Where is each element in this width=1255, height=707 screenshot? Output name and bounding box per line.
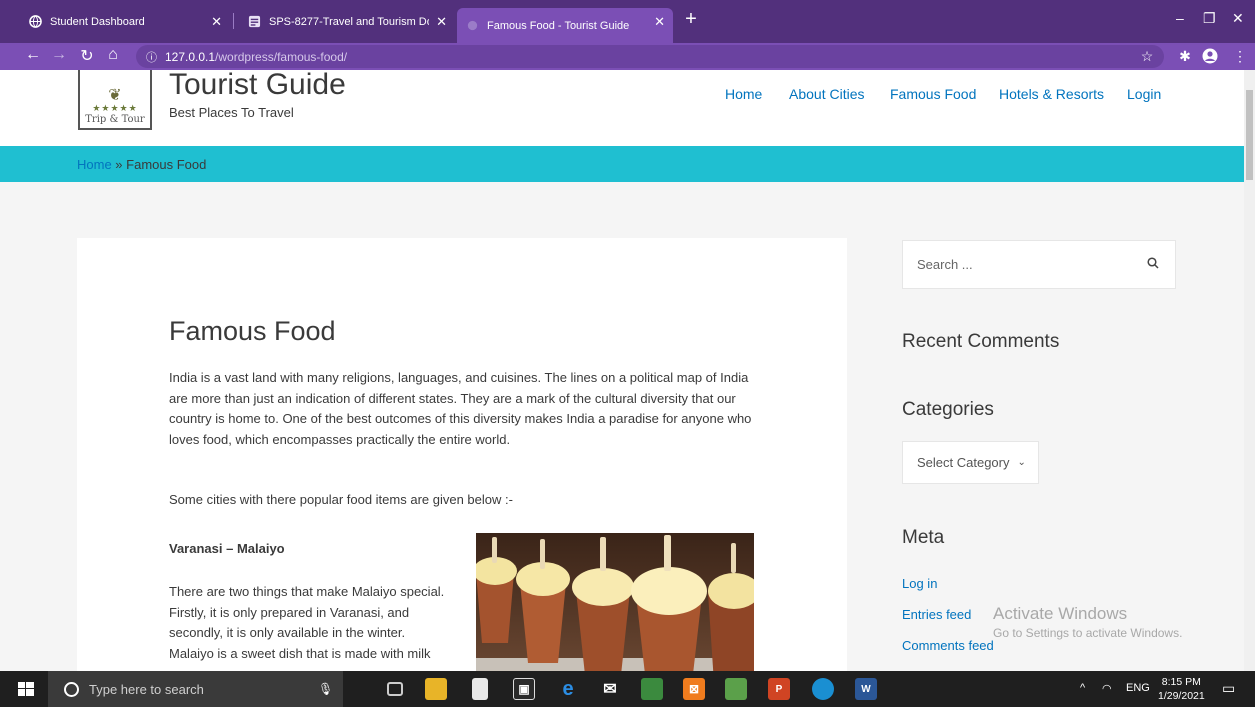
meta-link-login[interactable]: Log in [902,576,937,591]
word-icon[interactable]: W [855,678,877,700]
info-icon[interactable]: ⓘ [146,49,157,65]
url-path: /wordpress/famous-food/ [215,49,348,64]
home-icon[interactable]: ⌂ [102,46,124,64]
tab-student-dashboard[interactable]: Student Dashboard ✕ [20,8,230,35]
activate-windows-subtext: Go to Settings to activate Windows. [993,626,1183,640]
tab-title: Famous Food - Tourist Guide [487,19,630,32]
xampp-icon[interactable]: ⊠ [683,678,705,700]
edge-icon[interactable]: e [557,678,579,700]
page-title: Famous Food [169,316,336,346]
minimize-icon[interactable]: – [1176,10,1184,26]
nav-hotels-resorts[interactable]: Hotels & Resorts [999,86,1104,102]
web-page: ❦ ★★★★★ Trip & Tour Tourist Guide Best P… [0,70,1244,671]
site-header: ❦ ★★★★★ Trip & Tour Tourist Guide Best P… [0,70,1244,146]
profile-avatar-icon[interactable] [1201,48,1219,67]
windows-start-icon[interactable] [18,682,34,696]
tab-sps-travel[interactable]: SPS-8277-Travel and Tourism Do ✕ [239,8,455,35]
network-icon[interactable]: ◠ [1102,682,1112,695]
category-select-value: Select Category [917,455,1010,470]
microphone-icon[interactable]: 🎙 [318,682,333,696]
restore-icon[interactable]: ❐ [1203,10,1216,27]
file-explorer-icon[interactable] [425,678,447,700]
browser-toolbar: ← → ↻ ⌂ ⓘ 127.0.0.1/wordpress/famous-foo… [0,43,1255,70]
meta-title: Meta [902,527,945,548]
search-icon[interactable] [1147,257,1159,272]
task-view-icon[interactable] [387,682,403,696]
android-studio-icon[interactable] [641,678,663,700]
store-icon[interactable]: ▣ [513,678,535,700]
site-tagline: Best Places To Travel [169,105,294,120]
taskbar-clock[interactable]: 8:15 PM 1/29/2021 [1158,675,1205,703]
mail-icon[interactable]: ✉ [599,678,621,700]
cortana-ring-icon [64,681,79,697]
nav-login[interactable]: Login [1127,86,1161,102]
site-title[interactable]: Tourist Guide [169,70,346,102]
meta-link-comments-feed[interactable]: Comments feed [902,638,994,653]
tab-title: SPS-8277-Travel and Tourism Do [269,15,429,28]
meta-link-entries-feed[interactable]: Entries feed [902,607,971,622]
close-window-icon[interactable]: ✕ [1232,10,1244,27]
clock-time: 8:15 PM [1161,676,1201,688]
close-tab-icon[interactable]: ✕ [654,14,665,30]
site-logo[interactable]: ❦ ★★★★★ Trip & Tour [78,70,152,130]
language-indicator[interactable]: ENG [1126,682,1150,694]
page-scrollbar[interactable] [1244,70,1255,671]
tab-title: Student Dashboard [50,15,145,28]
breadcrumb-home-link[interactable]: Home [77,157,112,172]
close-tab-icon[interactable]: ✕ [211,14,222,30]
taskbar-search-placeholder: Type here to search [89,681,204,697]
activate-windows-watermark: Activate Windows [993,604,1128,623]
chevron-down-icon: ⌄ [1017,457,1026,468]
new-tab-button[interactable]: + [680,8,702,31]
intro-paragraph: India is a vast land with many religions… [169,370,752,447]
globe-icon [28,15,42,29]
nav-about-cities[interactable]: About Cities [789,86,864,102]
tab-separator [233,13,234,29]
section-heading: Varanasi – Malaiyo [169,541,285,556]
breadcrumb-separator: » [111,156,127,172]
logo-stars: ★★★★★ [92,103,138,113]
menu-kebab-icon[interactable]: ⋮ [1231,48,1249,65]
nav-famous-food[interactable]: Famous Food [890,86,976,102]
image-viewer-icon[interactable] [725,678,747,700]
section-paragraph: There are two things that make Malaiyo s… [169,584,445,661]
taskbar-search-input[interactable]: Type here to search [48,671,343,707]
article-card: Famous Food India is a vast land with ma… [77,238,847,671]
bookmark-star-icon[interactable]: ☆ [1138,48,1156,65]
lead-paragraph: Some cities with there popular food item… [169,492,513,507]
logo-text: Trip & Tour [85,114,145,125]
reload-icon[interactable]: ↻ [76,46,98,66]
tab-famous-food[interactable]: Famous Food - Tourist Guide ✕ [457,8,673,43]
sidebar-search-input[interactable]: Search ... [902,240,1176,289]
breadcrumb-current: Famous Food [126,156,207,172]
powerpoint-icon[interactable]: P [768,678,790,700]
categories-title: Categories [902,399,994,420]
close-tab-icon[interactable]: ✕ [436,14,447,30]
address-bar[interactable]: ⓘ 127.0.0.1/wordpress/famous-food/ [136,45,1164,68]
scrollbar-thumb[interactable] [1246,90,1253,180]
forward-arrow-icon[interactable]: → [48,46,70,64]
leaf-logo-icon: ❦ [108,87,122,104]
chrome-icon[interactable] [812,678,834,700]
url-host: 127.0.0.1 [165,49,216,64]
chevron-up-icon[interactable]: ^ [1080,682,1085,694]
search-placeholder: Search ... [917,257,973,272]
clock-date: 1/29/2021 [1158,690,1205,702]
nav-home[interactable]: Home [725,86,762,102]
site-favicon-icon [465,19,479,33]
back-arrow-icon[interactable]: ← [22,46,44,64]
recent-comments-title: Recent Comments [902,331,1060,352]
breadcrumb: Home » Famous Food [0,146,1244,182]
browser-tab-strip: Student Dashboard ✕ SPS-8277-Travel and … [0,0,1255,43]
notepad-icon[interactable] [472,678,488,700]
category-select[interactable]: Select Category ⌄ [902,441,1039,484]
windows-taskbar: Type here to search 🎙 ▣ e ✉ ⊠ P W ^ ◠ EN… [0,671,1255,707]
notifications-icon[interactable]: ▭ [1222,680,1235,697]
malaiyo-food-image [476,533,754,671]
document-icon [247,15,261,29]
extensions-puzzle-icon[interactable]: ✱ [1176,48,1194,65]
